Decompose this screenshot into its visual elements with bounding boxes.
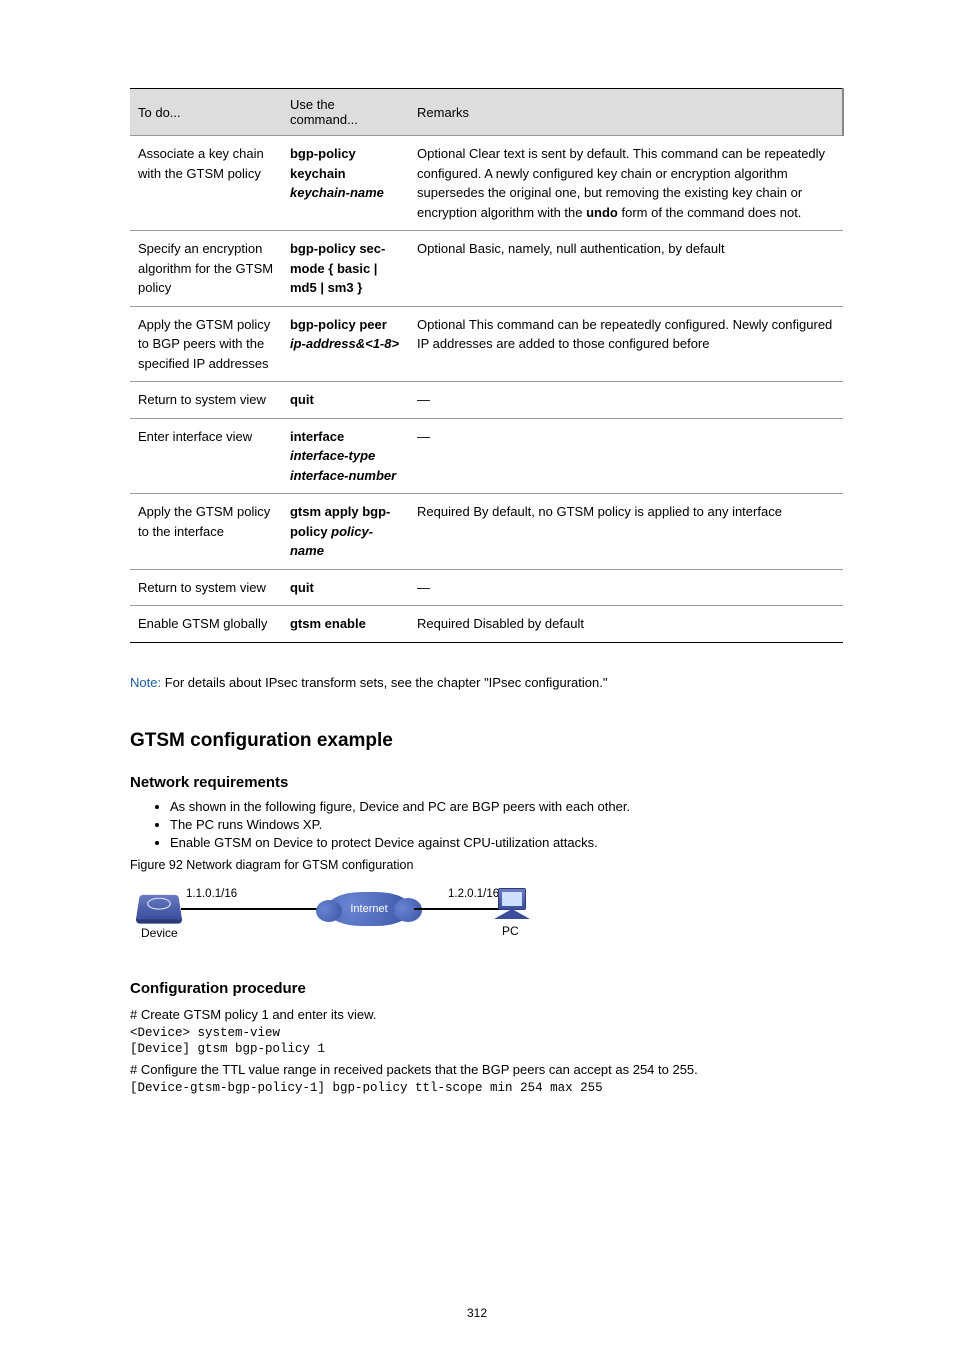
device-switch-icon [136,895,182,919]
page-number: 312 [467,1306,487,1320]
table-row: Specify an encryption algorithm for the … [130,231,843,307]
ip-label-left: 1.1.0.1/16 [186,888,237,900]
subsection-heading: Configuration procedure [130,980,844,997]
cell: Required By default, no GTSM policy is a… [409,494,843,570]
cell: gtsm enable [282,606,409,643]
cell: gtsm apply bgp-policy policy-name [282,494,409,570]
cell: Associate a key chain with the GTSM poli… [130,136,282,231]
config-table: To do... Use the command... Remarks Asso… [130,88,844,643]
cell: Specify an encryption algorithm for the … [130,231,282,307]
cell: Optional Basic, namely, null authenticat… [409,231,843,307]
requirements-list: As shown in the following figure, Device… [130,799,844,850]
note-text: For details about IPsec transform sets, … [161,675,607,690]
link-line [414,908,502,910]
note-block: Note: For details about IPsec transform … [130,673,844,693]
cell: Apply the GTSM policy to BGP peers with … [130,306,282,382]
cell: quit [282,382,409,419]
cell: Return to system view [130,569,282,606]
cell: Enable GTSM globally [130,606,282,643]
cell: Return to system view [130,382,282,419]
list-item: As shown in the following figure, Device… [170,799,844,814]
pc-base-icon [494,909,530,919]
table-row: Apply the GTSM policy to BGP peers with … [130,306,843,382]
list-item: Enable GTSM on Device to protect Device … [170,835,844,850]
subsection-heading: Network requirements [130,774,844,791]
pc-label: PC [502,924,519,938]
pc-icon [498,888,526,910]
code-line: [Device-gtsm-bgp-policy-1] bgp-policy tt… [130,1081,844,1095]
code-line: [Device] gtsm bgp-policy 1 [130,1042,844,1056]
cell: Enter interface view [130,418,282,494]
network-diagram: Device 1.1.0.1/16 Internet 1.2.0.1/16 PC [138,878,538,954]
col-header-todo: To do... [130,89,282,136]
section-heading: GTSM configuration example [130,730,844,752]
step-text: # Create GTSM policy 1 and enter its vie… [130,1007,844,1022]
table-row: Enter interface view interface interface… [130,418,843,494]
device-label: Device [141,926,178,940]
cell: Apply the GTSM policy to the interface [130,494,282,570]
step-text: # Configure the TTL value range in recei… [130,1062,844,1077]
cell: interface interface-type interface-numbe… [282,418,409,494]
table-row: Enable GTSM globally gtsm enable Require… [130,606,843,643]
cell: quit [282,569,409,606]
table-row: Return to system view quit — [130,382,843,419]
note-label: Note: [130,675,161,690]
cell: — [409,382,843,419]
cell: Required Disabled by default [409,606,843,643]
cell: bgp-policy peer ip-address&<1-8> [282,306,409,382]
internet-cloud-icon: Internet [326,892,412,926]
list-item: The PC runs Windows XP. [170,817,844,832]
code-line: <Device> system-view [130,1026,844,1040]
table-row: Associate a key chain with the GTSM poli… [130,136,843,231]
ip-label-right: 1.2.0.1/16 [448,888,499,900]
cell: — [409,418,843,494]
link-line [181,908,333,910]
cell: bgp-policy keychain keychain-name [282,136,409,231]
col-header-remarks: Remarks [409,89,843,136]
cell: Optional Clear text is sent by default. … [409,136,843,231]
cell: Optional This command can be repeatedly … [409,306,843,382]
cell: bgp-policy sec-mode { basic | md5 | sm3 … [282,231,409,307]
table-row: Apply the GTSM policy to the interface g… [130,494,843,570]
figure-caption: Figure 92 Network diagram for GTSM confi… [130,858,844,872]
table-row: Return to system view quit — [130,569,843,606]
cell: — [409,569,843,606]
col-header-command: Use the command... [282,89,409,136]
